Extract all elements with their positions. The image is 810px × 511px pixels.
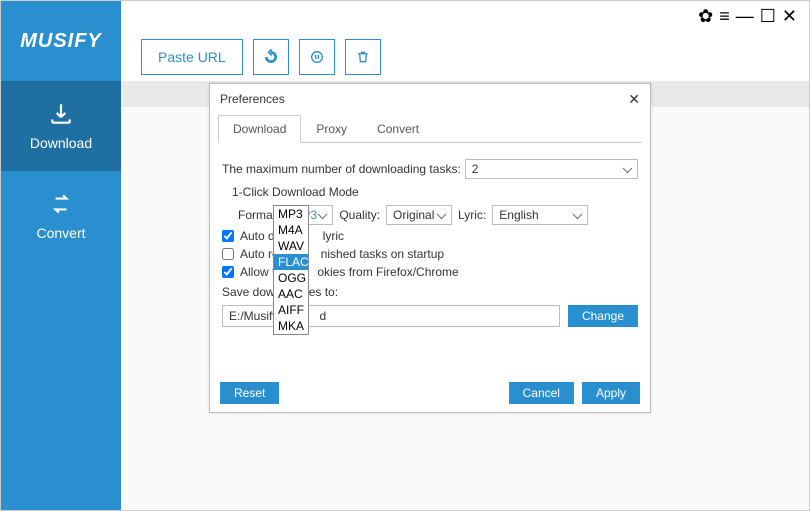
apply-button[interactable]: Apply bbox=[582, 382, 640, 404]
max-tasks-label: The maximum number of downloading tasks: bbox=[222, 162, 461, 176]
settings-icon[interactable]: ✿ bbox=[698, 7, 713, 25]
reset-button[interactable]: Reset bbox=[220, 382, 279, 404]
trash-icon bbox=[355, 49, 371, 65]
allow-cookies-checkbox[interactable] bbox=[222, 266, 234, 278]
download-icon bbox=[48, 101, 74, 127]
quality-select[interactable]: Original bbox=[386, 205, 452, 225]
sidebar: MUSIFY Download Convert bbox=[1, 1, 121, 510]
refresh-icon bbox=[263, 49, 279, 65]
menu-icon[interactable]: ≡ bbox=[719, 7, 730, 25]
cancel-button[interactable]: Cancel bbox=[509, 382, 574, 404]
minimize-icon[interactable]: — bbox=[736, 7, 754, 25]
format-option[interactable]: M4A bbox=[274, 222, 308, 238]
toolbar: Paste URL bbox=[141, 39, 381, 75]
lyric-label: Lyric: bbox=[458, 208, 486, 222]
format-option[interactable]: FLAC bbox=[274, 254, 308, 270]
format-option[interactable]: OGG bbox=[274, 270, 308, 286]
dialog-footer: Reset Cancel Apply bbox=[210, 374, 650, 412]
save-to-label-left: Save dow bbox=[222, 285, 275, 299]
format-option[interactable]: AAC bbox=[274, 286, 308, 302]
paste-url-button[interactable]: Paste URL bbox=[141, 39, 243, 75]
sidebar-item-label: Download bbox=[30, 135, 92, 151]
app-logo: MUSIFY bbox=[1, 1, 121, 81]
pause-icon bbox=[309, 49, 325, 65]
dialog-title: Preferences bbox=[220, 92, 285, 106]
max-tasks-select[interactable]: 2 bbox=[465, 159, 638, 179]
maximize-icon[interactable]: ☐ bbox=[760, 7, 776, 25]
quality-label: Quality: bbox=[339, 208, 380, 222]
sidebar-item-label: Convert bbox=[36, 225, 85, 241]
tab-download[interactable]: Download bbox=[218, 115, 301, 143]
auto-download-lyric-checkbox[interactable] bbox=[222, 230, 234, 242]
format-option[interactable]: MP3 bbox=[274, 206, 308, 222]
allow-cookies-label-right: okies from Firefox/Chrome bbox=[317, 265, 458, 279]
sidebar-item-download[interactable]: Download bbox=[1, 81, 121, 171]
lyric-select[interactable]: English bbox=[492, 205, 588, 225]
close-icon[interactable]: ✕ bbox=[782, 7, 797, 25]
tab-convert[interactable]: Convert bbox=[362, 115, 434, 143]
allow-cookies-label-left: Allow t bbox=[240, 265, 275, 279]
window-controls: ✿ ≡ — ☐ ✕ bbox=[698, 7, 797, 25]
dialog-titlebar: Preferences ✕ bbox=[210, 84, 650, 114]
dialog-close-icon[interactable]: ✕ bbox=[628, 91, 640, 108]
format-option[interactable]: AIFF bbox=[274, 302, 308, 318]
format-option[interactable]: MKA bbox=[274, 318, 308, 334]
sidebar-item-convert[interactable]: Convert bbox=[1, 171, 121, 261]
tab-proxy[interactable]: Proxy bbox=[301, 115, 362, 143]
auto-resume-checkbox[interactable] bbox=[222, 248, 234, 260]
format-dropdown-list[interactable]: MP3 M4A WAV FLAC OGG AAC AIFF MKA bbox=[273, 205, 309, 335]
convert-icon bbox=[48, 191, 74, 217]
delete-button[interactable] bbox=[345, 39, 381, 75]
mode-label: 1-Click Download Mode bbox=[232, 185, 638, 199]
format-option[interactable]: WAV bbox=[274, 238, 308, 254]
change-button[interactable]: Change bbox=[568, 305, 638, 327]
titlebar: ✿ ≡ — ☐ ✕ bbox=[1, 1, 809, 81]
auto-resume-label-right: nished tasks on startup bbox=[321, 247, 444, 261]
pause-button[interactable] bbox=[299, 39, 335, 75]
save-to-label-right: es to: bbox=[309, 285, 338, 299]
dialog-tabs: Download Proxy Convert bbox=[218, 114, 642, 143]
retry-button[interactable] bbox=[253, 39, 289, 75]
auto-download-lyric-label-right: lyric bbox=[323, 229, 344, 243]
